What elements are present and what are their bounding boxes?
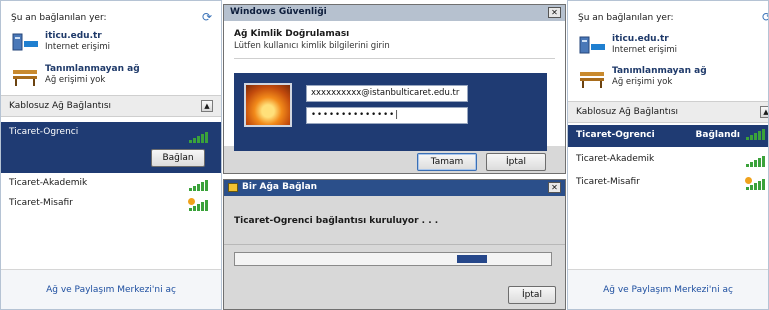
progress-marquee bbox=[457, 255, 487, 263]
network-item-ticaret-ogrenci[interactable]: Ticaret-Ogrenci Bağlan bbox=[1, 122, 221, 173]
connect-titlebar: Bir Ağa Bağlan ✕ bbox=[224, 180, 565, 196]
open-network-center-link[interactable]: Ağ ve Paylaşım Merkezi'ni aç bbox=[1, 269, 221, 309]
network-name: Ticaret-Akademik bbox=[576, 154, 655, 164]
connection-name: iticu.edu.tr bbox=[45, 31, 102, 41]
username-field[interactable]: xxxxxxxxxx@istanbulticaret.edu.tr bbox=[306, 85, 468, 102]
domain-network-icon bbox=[11, 31, 41, 57]
refresh-icon[interactable]: ⟳ bbox=[202, 10, 212, 24]
windows-security-dialog: Windows Güvenliği ✕ Ağ Kimlik Doğrulamas… bbox=[223, 4, 566, 174]
connection-domain: iticu.edu.tr Internet erişimi bbox=[578, 34, 677, 60]
network-item-ticaret-misafir[interactable]: Ticaret-Misafir bbox=[1, 198, 221, 218]
current-connections-header: Şu an bağlanılan yer: bbox=[578, 13, 674, 23]
connection-name: iticu.edu.tr bbox=[612, 34, 669, 44]
signal-strength-icon bbox=[189, 180, 209, 191]
signal-strength-icon bbox=[189, 132, 209, 143]
wireless-section-label: Kablosuz Ağ Bağlantısı bbox=[9, 101, 112, 111]
refresh-icon[interactable]: ⟳ bbox=[762, 10, 768, 24]
connection-domain: iticu.edu.tr Internet erişimi bbox=[11, 31, 110, 57]
domain-network-icon bbox=[578, 34, 608, 60]
connection-unidentified: Tanımlanmayan ağ Ağ erişimi yok bbox=[578, 66, 707, 92]
wireless-section-label: Kablosuz Ağ Bağlantısı bbox=[576, 107, 679, 117]
connection-status: Ağ erişimi yok bbox=[45, 75, 106, 85]
user-avatar-icon bbox=[244, 83, 292, 127]
bench-icon bbox=[11, 64, 41, 90]
connection-name: Tanımlanmayan ağ bbox=[612, 66, 707, 76]
divider bbox=[224, 244, 565, 245]
connecting-message: Ticaret-Ogrenci bağlantısı kuruluyor . .… bbox=[234, 216, 439, 226]
credential-tile: xxxxxxxxxx@istanbulticaret.edu.tr ••••••… bbox=[234, 73, 547, 151]
connect-to-network-dialog: Bir Ağa Bağlan ✕ Ticaret-Ogrenci bağlant… bbox=[223, 179, 566, 310]
network-item-ticaret-akademik[interactable]: Ticaret-Akademik bbox=[1, 178, 221, 198]
network-icon bbox=[228, 183, 238, 192]
network-name: Ticaret-Misafir bbox=[576, 177, 640, 187]
current-connections-header: Şu an bağlanılan yer: bbox=[11, 13, 107, 23]
network-item-ticaret-misafir[interactable]: Ticaret-Misafir bbox=[568, 177, 768, 197]
collapse-arrow-icon[interactable]: ▲ bbox=[760, 106, 768, 118]
connect-button[interactable]: Bağlan bbox=[151, 149, 205, 167]
connection-status: Internet erişimi bbox=[45, 42, 110, 52]
security-body: Ağ Kimlik Doğrulaması Lütfen kullanıcı k… bbox=[224, 21, 565, 151]
signal-strength-icon bbox=[746, 156, 766, 167]
connection-name: Tanımlanmayan ağ bbox=[45, 64, 140, 74]
connect-title: Bir Ağa Bağlan bbox=[242, 182, 318, 192]
connection-status: Internet erişimi bbox=[612, 45, 677, 55]
connection-status: Ağ erişimi yok bbox=[612, 77, 673, 87]
security-titlebar: Windows Güvenliği ✕ bbox=[224, 5, 565, 21]
network-flyout-right: Şu an bağlanılan yer: ⟳ iticu.edu.tr Int… bbox=[567, 0, 769, 310]
warning-shield-icon bbox=[188, 198, 195, 205]
signal-strength-icon bbox=[746, 129, 766, 140]
cancel-button[interactable]: İptal bbox=[486, 153, 546, 171]
security-heading: Ağ Kimlik Doğrulaması bbox=[234, 29, 350, 39]
collapse-arrow-icon[interactable]: ▲ bbox=[201, 100, 213, 112]
cancel-button[interactable]: İptal bbox=[508, 286, 556, 304]
warning-shield-icon bbox=[745, 177, 752, 184]
ok-button[interactable]: Tamam bbox=[417, 153, 477, 171]
connection-unidentified: Tanımlanmayan ağ Ağ erişimi yok bbox=[11, 64, 140, 90]
wireless-section-header[interactable]: Kablosuz Ağ Bağlantısı ▲ bbox=[1, 95, 221, 117]
divider bbox=[234, 58, 555, 59]
security-title: Windows Güvenliği bbox=[230, 7, 327, 17]
network-item-ticaret-akademik[interactable]: Ticaret-Akademik bbox=[568, 154, 768, 174]
connection-progress-bar bbox=[234, 252, 552, 266]
security-subtitle: Lütfen kullanıcı kimlik bilgilerini giri… bbox=[234, 41, 390, 51]
bench-icon bbox=[578, 66, 608, 92]
password-field[interactable]: ••••••••••••••| bbox=[306, 107, 468, 124]
connected-status-label: Bağlandı bbox=[695, 130, 740, 140]
open-network-center-link[interactable]: Ağ ve Paylaşım Merkezi'ni aç bbox=[568, 269, 768, 309]
network-item-ticaret-ogrenci[interactable]: Ticaret-Ogrenci Bağlandı bbox=[568, 125, 768, 147]
close-icon[interactable]: ✕ bbox=[548, 7, 561, 18]
network-flyout-left: Şu an bağlanılan yer: ⟳ iticu.edu.tr Int… bbox=[0, 0, 222, 310]
wireless-section-header[interactable]: Kablosuz Ağ Bağlantısı ▲ bbox=[568, 101, 768, 123]
close-icon[interactable]: ✕ bbox=[548, 182, 561, 193]
